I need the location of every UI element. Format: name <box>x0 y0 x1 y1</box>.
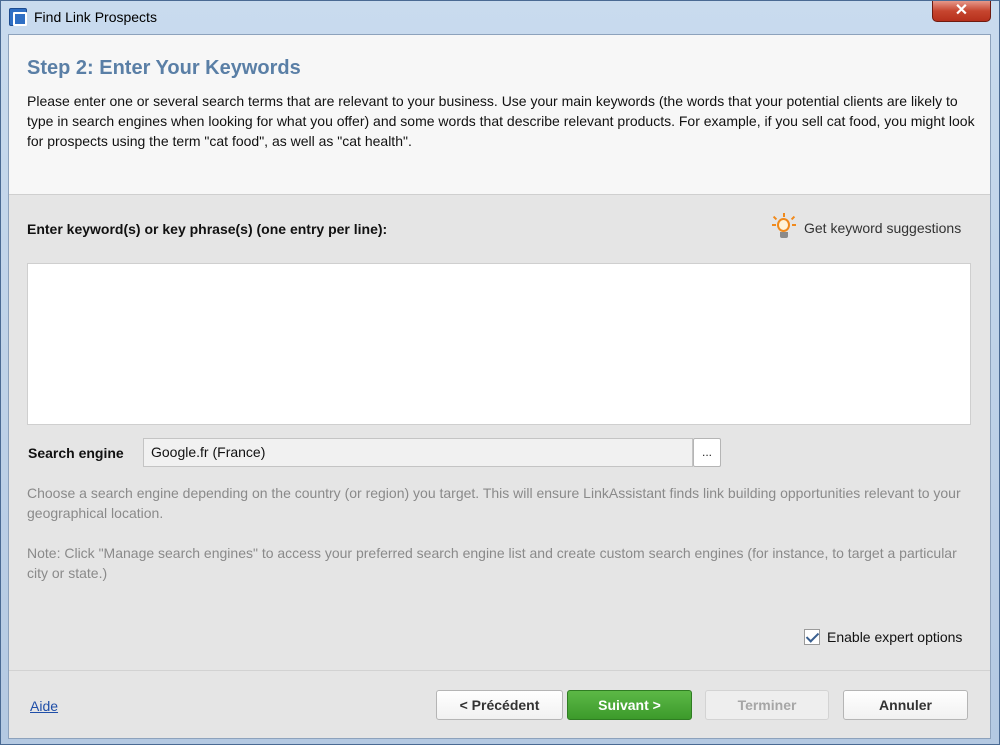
keyword-suggestions-label: Get keyword suggestions <box>804 220 962 236</box>
previous-button[interactable]: < Précédent <box>436 690 563 720</box>
search-engine-label: Search engine <box>28 445 124 461</box>
search-engine-note: Note: Click "Manage search engines" to a… <box>27 545 957 581</box>
app-icon <box>9 8 27 26</box>
keywords-label: Enter keyword(s) or key phrase(s) (one e… <box>27 221 388 237</box>
close-button[interactable]: ✕ <box>932 1 991 22</box>
search-engine-field[interactable]: Google.fr (France) <box>143 438 693 467</box>
page-title: Step 2: Enter Your Keywords <box>27 57 301 79</box>
dialog-window: Find Link Prospects ✕ Step 2: Enter Your… <box>0 0 1000 745</box>
wizard-header: Step 2: Enter Your Keywords Please enter… <box>9 35 990 195</box>
lightbulb-icon <box>770 213 798 243</box>
footer-divider <box>9 670 990 671</box>
title-bar[interactable]: Find Link Prospects ✕ <box>1 1 999 33</box>
search-engine-browse-button[interactable]: ... <box>693 438 721 467</box>
help-link[interactable]: Aide <box>30 698 58 714</box>
search-engine-hint: Choose a search engine depending on the … <box>27 485 961 521</box>
dialog-body: Step 2: Enter Your Keywords Please enter… <box>8 34 991 739</box>
step-description: Please enter one or several search terms… <box>27 93 975 149</box>
cancel-button[interactable]: Annuler <box>843 690 968 720</box>
keyword-suggestions-link[interactable]: Get keyword suggestions <box>770 213 961 243</box>
keywords-input[interactable] <box>27 263 971 425</box>
window-title: Find Link Prospects <box>34 9 157 25</box>
next-button[interactable]: Suivant > <box>567 690 692 720</box>
expert-options-label: Enable expert options <box>827 629 963 645</box>
expert-options-checkbox[interactable] <box>804 629 820 645</box>
expert-options-toggle[interactable]: Enable expert options <box>804 629 962 645</box>
finish-button: Terminer <box>705 690 829 720</box>
